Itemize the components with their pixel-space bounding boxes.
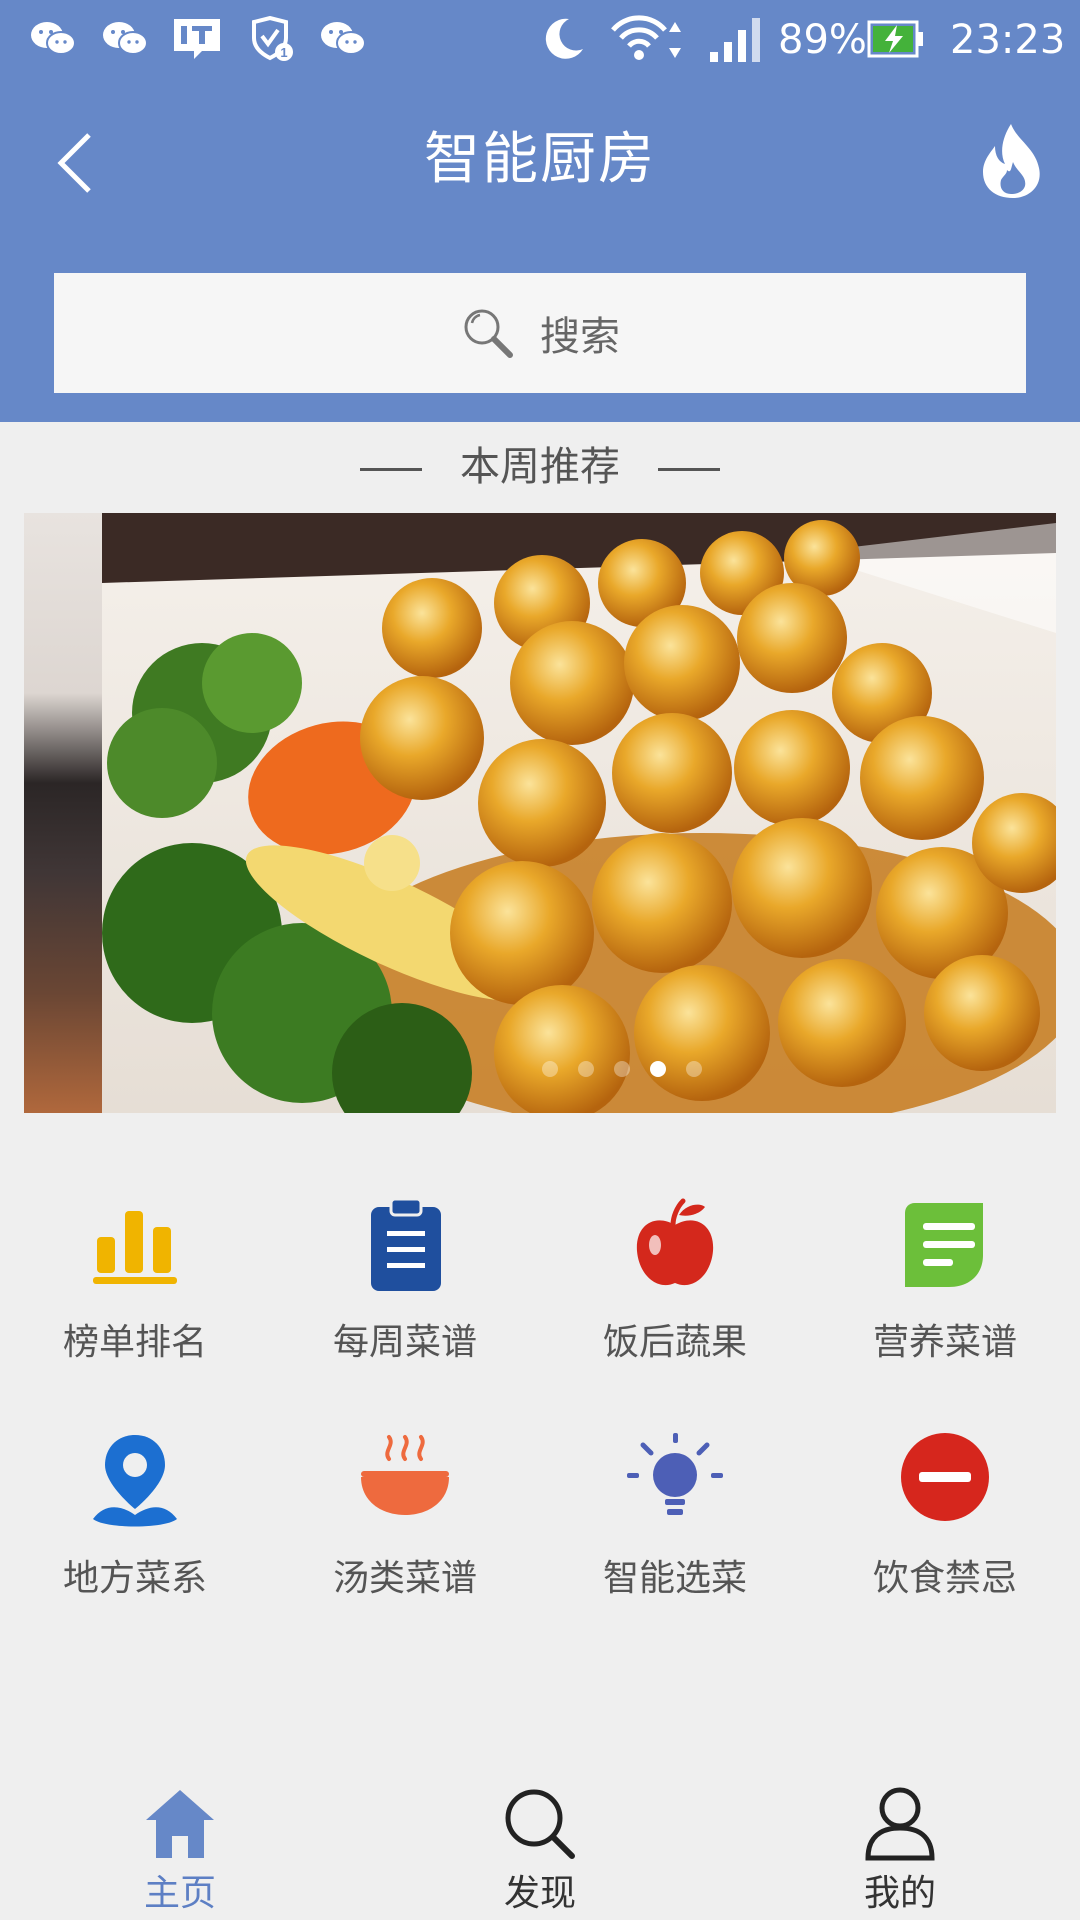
- feature-label: 营养菜谱: [872, 1322, 1017, 1363]
- carousel-prev-slide[interactable]: [24, 513, 102, 1113]
- no-entry-icon: [901, 1433, 989, 1521]
- search-bar[interactable]: 搜索: [54, 273, 1026, 393]
- divider: [658, 467, 720, 471]
- it-news-icon: [170, 12, 224, 66]
- hot-button[interactable]: [972, 116, 1052, 206]
- tab-mine[interactable]: 我的: [800, 1786, 1000, 1916]
- flame-icon: [983, 124, 1040, 198]
- svg-text:1: 1: [280, 45, 287, 60]
- moon-icon: [536, 12, 590, 66]
- tab-label: 发现: [503, 1873, 576, 1914]
- feature-label: 饭后蔬果: [602, 1322, 747, 1363]
- feature-label: 饮食禁忌: [872, 1558, 1017, 1599]
- feature-diet-taboo[interactable]: 饮食禁忌: [810, 1431, 1080, 1621]
- food-photo: [102, 513, 1056, 1113]
- apple-icon: [636, 1198, 714, 1286]
- recommend-carousel[interactable]: [24, 513, 1056, 1113]
- clipboard-icon: [371, 1197, 441, 1291]
- tab-discover[interactable]: 发现: [440, 1786, 640, 1916]
- carousel-dots: [542, 1061, 702, 1077]
- chevron-left-icon: [57, 133, 91, 193]
- tab-label: 主页: [143, 1873, 216, 1914]
- wechat-icon: [316, 12, 370, 66]
- home-icon: [146, 1790, 214, 1858]
- feature-label: 地方菜系: [62, 1558, 207, 1599]
- soup-bowl-icon: [361, 1435, 449, 1515]
- battery-percent: 89%: [778, 17, 867, 63]
- search-placeholder: 搜索: [540, 314, 620, 360]
- bottom-tab-bar: 主页 发现 我的: [0, 1760, 1080, 1920]
- page-title: 智能厨房: [424, 127, 656, 192]
- user-icon: [865, 1787, 935, 1861]
- feature-fruit-veg[interactable]: 饭后蔬果: [540, 1195, 810, 1385]
- tab-label: 我的: [863, 1873, 936, 1914]
- bar-chart-icon: [93, 1211, 177, 1284]
- weekly-recommend-title: 本周推荐: [0, 432, 1080, 502]
- carousel-dot[interactable]: [542, 1061, 558, 1077]
- feature-regional-cuisine[interactable]: 地方菜系: [0, 1431, 270, 1621]
- feature-label: 每周菜谱: [332, 1322, 477, 1363]
- carousel-dot[interactable]: [578, 1061, 594, 1077]
- carousel-slide-image[interactable]: [102, 513, 1056, 1113]
- search-icon: [505, 1789, 575, 1859]
- location-pin-icon: [93, 1435, 177, 1527]
- carousel-dot[interactable]: [686, 1061, 702, 1077]
- feature-ranking[interactable]: 榜单排名: [0, 1195, 270, 1385]
- feature-label: 汤类菜谱: [332, 1558, 477, 1599]
- carousel-dot-active[interactable]: [650, 1061, 666, 1077]
- shield-icon: 1: [244, 12, 298, 66]
- header-bar: 1 89% 23:23 智能厨房 搜索: [0, 0, 1080, 422]
- wechat-icon: [26, 12, 80, 66]
- feature-weekly-recipe[interactable]: 每周菜谱: [270, 1195, 540, 1385]
- note-icon: [905, 1203, 983, 1287]
- status-bar: 1 89% 23:23: [0, 0, 1080, 80]
- signal-icon: [706, 12, 766, 66]
- search-icon: [464, 309, 513, 358]
- battery-charging-icon: [866, 12, 926, 66]
- feature-nutrition-recipe[interactable]: 营养菜谱: [810, 1195, 1080, 1385]
- divider: [360, 467, 422, 471]
- wechat-icon: [98, 12, 152, 66]
- feature-label: 智能选菜: [602, 1558, 747, 1599]
- tab-home[interactable]: 主页: [80, 1786, 280, 1916]
- feature-label: 榜单排名: [62, 1322, 207, 1363]
- feature-soup-recipe[interactable]: 汤类菜谱: [270, 1431, 540, 1621]
- section-title-text: 本周推荐: [460, 444, 620, 490]
- wifi-icon: [608, 12, 688, 66]
- lightbulb-icon: [627, 1433, 723, 1515]
- carousel-dot[interactable]: [614, 1061, 630, 1077]
- title-bar: 智能厨房: [0, 80, 1080, 240]
- clock: 23:23: [950, 17, 1066, 63]
- feature-smart-select[interactable]: 智能选菜: [540, 1431, 810, 1621]
- back-button[interactable]: [40, 118, 110, 208]
